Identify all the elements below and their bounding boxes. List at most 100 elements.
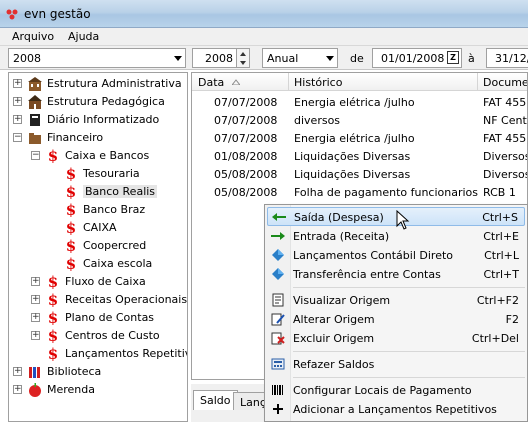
column-divider[interactable]	[288, 73, 289, 91]
edit-icon	[271, 313, 285, 326]
menu-item-transferencia-entre-contas[interactable]: Transferência entre Contas Ctrl+T	[267, 265, 525, 284]
column-divider[interactable]	[477, 73, 478, 91]
menu-arquivo[interactable]: Arquivo	[12, 30, 54, 43]
menu-item-refazer-saldos[interactable]: Refazer Saldos	[267, 355, 525, 374]
menu-item-label: Excluir Origem	[293, 332, 375, 345]
date-to-field[interactable]: 31/12/	[486, 48, 528, 68]
cell-historico: Energia elétrica /julho	[294, 132, 415, 145]
expand-icon[interactable]: +	[13, 115, 22, 124]
table-row[interactable]: 07/07/2008 Energia elétrica /julho FAT 4…	[192, 93, 527, 111]
column-header-historico[interactable]: Histórico	[294, 76, 342, 89]
chevron-down-icon	[326, 56, 334, 61]
year-spinner-value: 2008	[205, 52, 233, 65]
menu-item-label: Entrada (Receita)	[293, 230, 390, 243]
menu-item-shortcut: Ctrl+E	[483, 230, 519, 243]
dollar-icon: $	[65, 255, 77, 273]
filter-toolbar: 2008 2008 Anual de 01/01/2008 Z à 31/12/	[0, 46, 528, 70]
collapse-icon[interactable]: −	[13, 133, 22, 142]
menu-item-visualizar-origem[interactable]: Visualizar Origem Ctrl+F2	[267, 291, 525, 310]
tree-item-label: Lançamentos Repetitivos	[65, 347, 187, 360]
cell-data: 07/07/2008	[214, 114, 278, 127]
expand-icon[interactable]: +	[13, 97, 22, 106]
column-header-data[interactable]: Data	[198, 76, 224, 89]
expand-icon[interactable]: +	[31, 331, 40, 340]
year-spinner[interactable]: 2008	[192, 48, 236, 68]
menu-ajuda[interactable]: Ajuda	[68, 30, 99, 43]
tab-label: Saldo	[200, 394, 231, 407]
library-icon	[29, 367, 40, 378]
dollar-icon: $	[47, 327, 59, 345]
navigation-tree: + Estrutura Administrativa + Estrutura P…	[8, 72, 188, 422]
year-combobox[interactable]: 2008	[8, 48, 186, 68]
period-combobox[interactable]: Anual	[262, 48, 338, 68]
spin-down-icon[interactable]	[240, 61, 246, 65]
collapse-icon[interactable]: −	[31, 151, 40, 160]
expand-icon[interactable]: +	[31, 277, 40, 286]
spin-up-icon[interactable]	[240, 52, 246, 56]
tree-item-label: Financeiro	[47, 131, 104, 144]
expand-icon[interactable]: +	[13, 367, 22, 376]
menu-item-excluir-origem[interactable]: Excluir Origem Ctrl+Del	[267, 329, 525, 348]
tree-item-label: Caixa e Bancos	[65, 149, 150, 162]
cell-data: 05/08/2008	[214, 186, 278, 199]
dollar-icon: $	[65, 183, 77, 201]
tree-item-label: Estrutura Administrativa	[47, 77, 182, 90]
dollar-icon: $	[47, 291, 59, 309]
tab-saldo[interactable]: Saldo	[193, 390, 238, 410]
menu-item-label: Transferência entre Contas	[293, 268, 441, 281]
context-menu: Saída (Despesa) Ctrl+S Entrada (Receita)…	[264, 204, 528, 422]
calendar-icon[interactable]: Z	[447, 51, 459, 64]
menu-item-alterar-origem[interactable]: Alterar Origem F2	[267, 310, 525, 329]
dollar-icon: $	[47, 309, 59, 327]
menu-separator	[293, 377, 525, 378]
menu-item-adicionar-lancamentos-repetitivos[interactable]: Adicionar a Lançamentos Repetitivos	[267, 400, 525, 419]
menu-item-shortcut: Ctrl+F2	[476, 294, 519, 307]
school-icon	[28, 95, 42, 109]
diamond-icon	[272, 249, 284, 261]
menu-item-configurar-locais-pagamento[interactable]: Configurar Locais de Pagamento	[267, 381, 525, 400]
tree-item-label: Tesouraria	[83, 167, 140, 180]
cell-historico: diversos	[294, 114, 341, 127]
period-combobox-value: Anual	[267, 52, 299, 65]
cell-historico: Liquidações Diversas	[294, 168, 411, 181]
column-header-documento[interactable]: Documen	[483, 76, 527, 89]
menu-item-label: Alterar Origem	[293, 313, 375, 326]
menu-item-shortcut: Ctrl+T	[483, 268, 519, 281]
cell-documento: NF Centr	[483, 114, 528, 127]
book-icon	[30, 114, 40, 126]
tree-item-label: Merenda	[47, 383, 96, 396]
menu-item-shortcut: F2	[505, 313, 519, 326]
menu-bar: Arquivo Ajuda	[0, 28, 528, 46]
cell-historico: Folha de pagamento funcionarios	[294, 186, 479, 199]
menu-item-label: Saída (Despesa)	[294, 211, 384, 224]
sort-ascending-icon	[232, 79, 240, 85]
tree-item-label: Banco Realis	[83, 185, 158, 198]
tree-item-label: CAIXA	[83, 221, 117, 234]
table-row[interactable]: 05/08/2008 Liquidações Diversas Diversos	[192, 165, 527, 183]
date-to-value: 31/12/	[495, 52, 528, 65]
expand-icon[interactable]: +	[31, 295, 40, 304]
table-row[interactable]: 07/07/2008 diversos NF Centr	[192, 111, 527, 129]
chevron-down-icon	[174, 56, 182, 61]
cell-data: 05/08/2008	[214, 168, 278, 181]
de-label: de	[350, 52, 364, 65]
menu-separator	[293, 287, 525, 288]
expand-icon[interactable]: +	[31, 313, 40, 322]
tree-item-label: Caixa escola	[83, 257, 153, 270]
table-row[interactable]: 07/07/2008 Energia elétrica /julho FAT 4…	[192, 129, 527, 147]
year-spin-buttons[interactable]	[236, 48, 250, 68]
table-row[interactable]: 05/08/2008 Folha de pagamento funcionari…	[192, 183, 527, 201]
menu-item-label: Visualizar Origem	[293, 294, 391, 307]
table-row[interactable]: 01/08/2008 Liquidações Diversas Diversos	[192, 147, 527, 165]
tree-item-label: Centros de Custo	[65, 329, 160, 342]
menu-item-label: Lançamentos Contábil Direto	[293, 249, 453, 262]
calculator-icon	[271, 358, 285, 370]
dollar-icon: $	[65, 165, 77, 183]
menu-item-label: Configurar Locais de Pagamento	[293, 384, 472, 397]
expand-icon[interactable]: +	[13, 79, 22, 88]
tree-item-label: Fluxo de Caixa	[65, 275, 146, 288]
year-combobox-value: 2008	[13, 52, 41, 65]
menu-item-lancamentos-contabil-direto[interactable]: Lançamentos Contábil Direto Ctrl+L	[267, 246, 525, 265]
expand-icon[interactable]: +	[13, 385, 22, 394]
cell-documento: Diversos	[483, 150, 528, 163]
